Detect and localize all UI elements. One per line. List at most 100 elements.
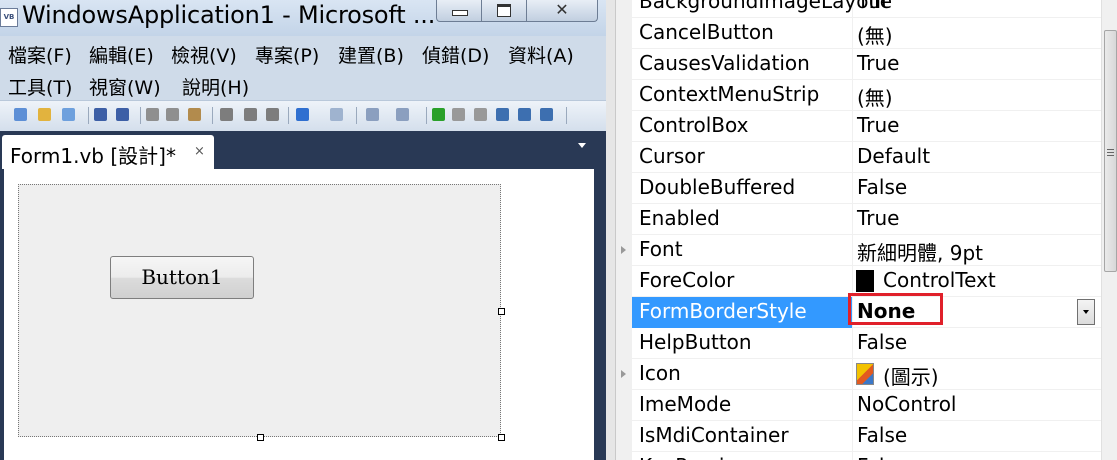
menu-data[interactable]: 資料(A) [508,41,574,68]
step-out-icon[interactable] [540,108,553,121]
property-value[interactable]: 新細明體, 9pt [857,237,983,266]
comment-icon[interactable] [244,108,257,121]
stop-icon[interactable] [474,108,487,121]
property-value[interactable]: (圖示) [883,361,939,390]
toolbar-separator [288,107,289,124]
uncomment-icon[interactable] [266,108,279,121]
column-divider [852,204,853,235]
step-into-icon[interactable] [496,108,509,121]
property-row-contextmenustrip[interactable]: ContextMenuStrip (無) [616,80,1101,111]
menu-help[interactable]: 說明(H) [182,73,249,100]
property-value[interactable]: False [857,330,907,354]
navigate-forward-icon[interactable] [396,108,409,121]
expand-arrow-icon[interactable] [621,246,626,254]
close-icon: ✕ [555,0,569,19]
standard-toolbar [0,100,606,132]
pause-icon[interactable] [452,108,465,121]
property-value[interactable]: False [857,423,907,447]
resize-handle-bottom[interactable] [257,434,264,441]
navigate-backward-icon[interactable] [366,108,379,121]
redo-icon[interactable] [330,108,343,121]
property-value[interactable]: False [857,175,907,199]
property-row-controlbox[interactable]: ControlBox True [616,111,1101,142]
button1-control[interactable]: Button1 [110,256,254,299]
property-row-icon[interactable]: Icon (圖示) [616,359,1101,390]
step-over-icon[interactable] [518,108,531,121]
property-name: Cursor [639,144,705,168]
menu-edit[interactable]: 編輯(E) [89,41,154,68]
minimize-icon [452,10,468,16]
vertical-scrollbar[interactable] [1101,0,1117,460]
property-row-cursor[interactable]: Cursor Default [616,142,1101,173]
property-value[interactable]: False [857,454,907,460]
new-project-icon[interactable] [14,108,27,121]
property-value[interactable]: (無) [857,82,893,111]
properties-grid: BackgroundImageLayout Tile CancelButton (無)… [616,0,1101,460]
add-item-icon[interactable] [62,108,75,121]
column-divider [852,390,853,421]
start-icon[interactable] [432,108,445,121]
property-name: ForeColor [639,268,735,292]
property-row-imemode[interactable]: ImeMode NoControl [616,390,1101,421]
property-name: BackgroundImageLayout [639,0,889,13]
property-row-backgroundimagelayout[interactable]: BackgroundImageLayout Tile [616,0,1101,18]
property-row-doublebuffered[interactable]: DoubleBuffered False [616,173,1101,204]
close-tab-icon[interactable]: × [194,144,205,159]
menu-bar: 檔案(F) 編輯(E) 檢視(V) 專案(P) 建置(B) 偵錯(D) 資料(A… [0,36,606,100]
splitter[interactable] [606,0,616,460]
property-value[interactable]: True [857,113,899,137]
toolbar-separator [356,107,357,124]
value-dropdown-button[interactable] [1077,299,1095,325]
save-icon[interactable] [94,108,107,121]
property-value[interactable]: True [857,51,899,75]
tab-form1-design[interactable]: Form1.vb [設計]* × [2,135,214,169]
document-list-dropdown-icon[interactable] [578,143,586,148]
expand-arrow-icon[interactable] [621,370,626,378]
close-button[interactable]: ✕ [526,0,598,22]
form1-design-surface[interactable] [18,184,501,437]
menu-tools[interactable]: 工具(T) [8,73,72,100]
open-icon[interactable] [38,108,51,121]
visual-basic-app-icon[interactable]: VB [0,8,18,27]
property-name: ContextMenuStrip [639,82,820,106]
menu-window[interactable]: 視窗(W) [89,73,161,100]
title-bar[interactable]: VB WindowsApplication1 - Microsoft ... ✕ [0,0,606,36]
column-divider [852,111,853,142]
property-name: KeyPreview [639,454,753,460]
property-row-keypreview[interactable]: KeyPreview False [616,452,1101,460]
undo-icon[interactable] [296,108,309,121]
toolbar-separator [566,107,567,124]
property-value[interactable]: ControlText [883,268,996,292]
property-row-font[interactable]: Font 新細明體, 9pt [616,235,1101,266]
scrollbar-thumb[interactable] [1104,30,1117,272]
property-name: IsMdiContainer [639,423,789,447]
find-icon[interactable] [220,108,233,121]
property-row-formborderstyle[interactable]: FormBorderStyle None [616,293,1101,328]
menu-file[interactable]: 檔案(F) [8,41,72,68]
property-row-cancelbutton[interactable]: CancelButton (無) [616,18,1101,49]
property-value[interactable]: (無) [857,20,893,49]
resize-handle-right[interactable] [498,308,505,315]
property-row-helpbutton[interactable]: HelpButton False [616,328,1101,359]
paste-icon[interactable] [188,108,201,121]
property-row-causesvalidation[interactable]: CausesValidation True [616,49,1101,80]
cut-icon[interactable] [146,108,159,121]
minimize-button[interactable] [436,0,482,22]
property-value[interactable]: Tile [857,0,892,13]
menu-debug[interactable]: 偵錯(D) [422,41,489,68]
copy-icon[interactable] [166,108,179,121]
property-name: CausesValidation [639,51,810,75]
property-value[interactable]: NoControl [857,392,957,416]
property-value[interactable]: Default [857,144,930,168]
menu-project[interactable]: 專案(P) [255,41,319,68]
property-row-ismdicontainer[interactable]: IsMdiContainer False [616,421,1101,452]
property-name: DoubleBuffered [639,175,796,199]
resize-handle-corner[interactable] [498,434,505,441]
menu-view[interactable]: 檢視(V) [171,41,237,68]
menu-build[interactable]: 建置(B) [338,41,404,68]
tab-label: Form1.vb [設計]* [10,144,176,168]
save-all-icon[interactable] [116,108,129,121]
property-row-enabled[interactable]: Enabled True [616,204,1101,235]
property-value[interactable]: True [857,206,899,230]
maximize-button[interactable] [481,0,527,22]
